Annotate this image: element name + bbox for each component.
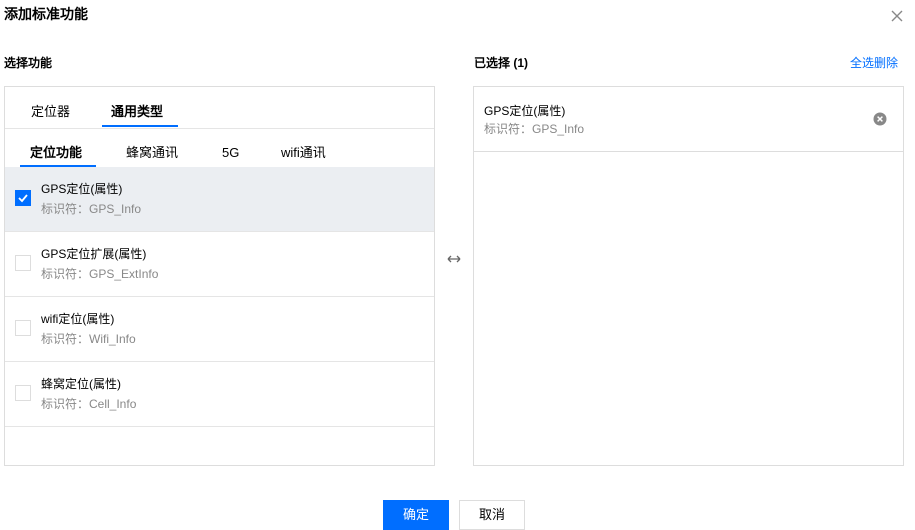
subtab-cellular[interactable]: 蜂窝通讯 <box>126 144 178 162</box>
confirm-button[interactable]: 确定 <box>383 500 449 530</box>
list-item[interactable]: GPS定位(属性) 标识符：GPS_Info <box>5 167 434 232</box>
source-panel: 定位器 通用类型 定位功能 蜂窝通讯 5G wifi通讯 GPS定位(属性) 标… <box>4 86 435 466</box>
checkbox[interactable] <box>15 385 31 401</box>
subtab-wifi[interactable]: wifi通讯 <box>281 144 326 162</box>
tab-general-type[interactable]: 通用类型 <box>111 103 163 121</box>
left-section-label: 选择功能 <box>4 56 53 70</box>
list-item[interactable]: GPS定位扩展(属性) 标识符：GPS_ExtInfo <box>5 232 434 297</box>
item-identifier: 标识符：Wifi_Info <box>41 332 136 346</box>
subtab-positioning[interactable]: 定位功能 <box>30 144 82 162</box>
list-item[interactable]: 蜂窝定位(属性) 标识符：Cell_Info <box>5 362 434 427</box>
item-identifier: 标识符：GPS_ExtInfo <box>41 267 159 281</box>
checkbox[interactable] <box>15 255 31 271</box>
clear-all-link[interactable]: 全选删除 <box>850 55 898 71</box>
list-item[interactable]: wifi定位(属性) 标识符：Wifi_Info <box>5 297 434 362</box>
close-icon[interactable] <box>889 8 905 24</box>
check-icon <box>18 194 28 203</box>
item-name: 蜂窝定位(属性) <box>41 377 121 391</box>
tab-active-indicator <box>102 125 178 127</box>
selected-count-label: 已选择 (1) <box>474 56 529 70</box>
cancel-button[interactable]: 取消 <box>459 500 525 530</box>
item-identifier: 标识符：GPS_Info <box>41 202 142 216</box>
item-name: GPS定位(属性) <box>41 182 123 196</box>
tab-locator[interactable]: 定位器 <box>31 103 70 121</box>
selected-panel: GPS定位(属性) 标识符：GPS_Info <box>473 86 904 466</box>
dialog-title: 添加标准功能 <box>4 6 88 22</box>
subtab-5g[interactable]: 5G <box>222 144 239 162</box>
checkbox[interactable] <box>15 320 31 336</box>
item-name: GPS定位扩展(属性) <box>41 247 147 261</box>
item-identifier: 标识符：Cell_Info <box>41 397 137 411</box>
subcategory-tabs: 定位功能 蜂窝通讯 5G wifi通讯 <box>5 128 434 167</box>
item-name: wifi定位(属性) <box>41 312 115 326</box>
selected-item: GPS定位(属性) 标识符：GPS_Info <box>474 87 903 152</box>
selected-item-identifier: 标识符：GPS_Info <box>484 122 585 136</box>
selected-item-name: GPS定位(属性) <box>484 104 566 118</box>
checkbox-checked[interactable] <box>15 190 31 206</box>
remove-icon[interactable] <box>873 112 887 126</box>
category-tabs: 定位器 通用类型 <box>5 87 434 129</box>
left-right-arrow-icon <box>446 253 462 265</box>
